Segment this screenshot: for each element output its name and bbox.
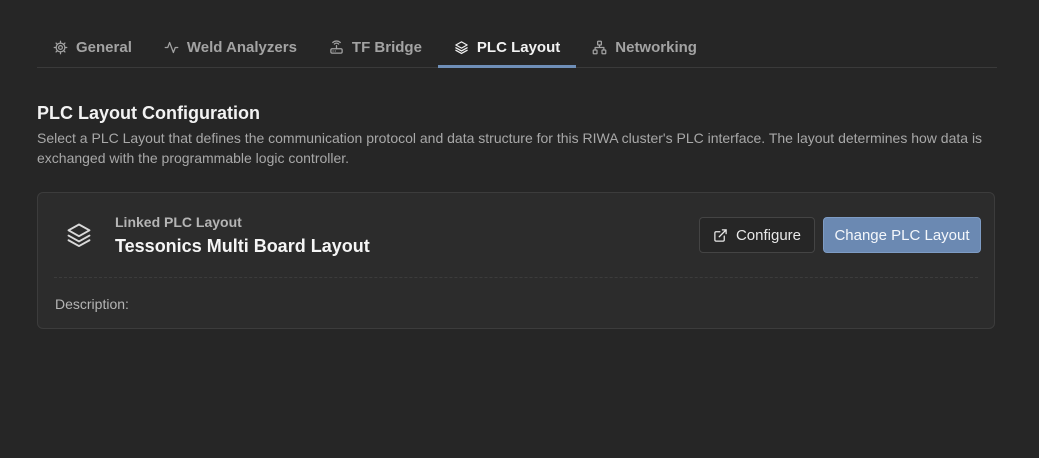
external-link-icon	[714, 228, 727, 242]
layers-icon	[67, 223, 91, 248]
linked-layout-label: Linked PLC Layout	[115, 214, 242, 230]
description-label: Description:	[55, 296, 129, 312]
configure-button[interactable]: Configure	[699, 217, 815, 253]
settings-tabs: General Weld Analyzers TF Bridge PLC Lay…	[37, 27, 997, 68]
gear-icon	[53, 40, 68, 54]
tab-plc-layout[interactable]: PLC Layout	[437, 27, 577, 68]
tab-label: TF Bridge	[351, 38, 422, 56]
plc-layout-settings-page: General Weld Analyzers TF Bridge PLC Lay…	[0, 0, 1039, 458]
section-title: PLC Layout Configuration	[37, 103, 260, 123]
activity-icon	[164, 41, 179, 53]
tab-general[interactable]: General	[37, 27, 148, 67]
tab-label: General	[76, 38, 132, 56]
tab-networking[interactable]: Networking	[576, 27, 713, 67]
network-icon	[592, 40, 607, 54]
configure-button-label: Configure	[735, 226, 802, 244]
layers-icon	[455, 40, 468, 54]
tab-label: PLC Layout	[476, 38, 561, 56]
linked-plc-layout-card: Linked PLC Layout Tessonics Multi Board …	[37, 192, 995, 329]
linked-layout-name: Tessonics Multi Board Layout	[115, 236, 370, 256]
router-icon	[330, 39, 343, 54]
tab-weld-analyzers[interactable]: Weld Analyzers	[148, 27, 313, 67]
tab-tf-bridge[interactable]: TF Bridge	[313, 27, 438, 67]
tab-label: Weld Analyzers	[186, 38, 297, 56]
section-description: Select a PLC Layout that defines the com…	[37, 130, 983, 166]
tab-label: Networking	[615, 38, 697, 56]
change-plc-layout-button[interactable]: Change PLC Layout	[823, 217, 981, 253]
card-divider	[54, 277, 978, 278]
